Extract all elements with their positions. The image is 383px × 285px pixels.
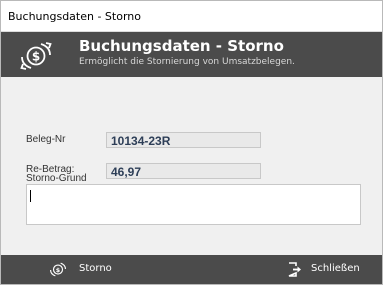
re-betrag-field: 46,97 bbox=[106, 163, 261, 179]
close-button-label: Schließen bbox=[311, 263, 360, 274]
window-title: Buchungsdaten - Storno bbox=[8, 10, 141, 23]
title-bar[interactable]: Buchungsdaten - Storno bbox=[1, 1, 382, 32]
storno-grund-label: Storno-Grund bbox=[26, 173, 87, 184]
storno-grund-textarea[interactable] bbox=[26, 184, 361, 225]
storno-button[interactable]: $ Storno bbox=[41, 255, 131, 284]
dialog-header: $ Buchungsdaten - Storno Ermöglicht die … bbox=[1, 32, 382, 77]
svg-text:$: $ bbox=[56, 267, 60, 274]
dialog-subheading: Ermöglicht die Stornierung von Umsatzbel… bbox=[79, 57, 295, 67]
refund-dollar-icon: $ bbox=[20, 42, 52, 70]
svg-text:$: $ bbox=[32, 50, 40, 64]
refund-dollar-icon: $ bbox=[50, 262, 66, 277]
dialog-window: Buchungsdaten - Storno $ Buchungsdaten -… bbox=[0, 0, 383, 285]
text-caret bbox=[30, 190, 31, 202]
storno-button-label: Storno bbox=[79, 263, 112, 274]
dialog-footer: $ Storno Schließen bbox=[1, 255, 382, 284]
beleg-nr-field: 10134-23R bbox=[106, 132, 261, 148]
close-button[interactable]: Schließen bbox=[283, 255, 378, 284]
dialog-heading: Buchungsdaten - Storno bbox=[79, 37, 284, 55]
beleg-nr-label: Beleg-Nr bbox=[26, 134, 66, 145]
exit-icon bbox=[288, 262, 301, 277]
